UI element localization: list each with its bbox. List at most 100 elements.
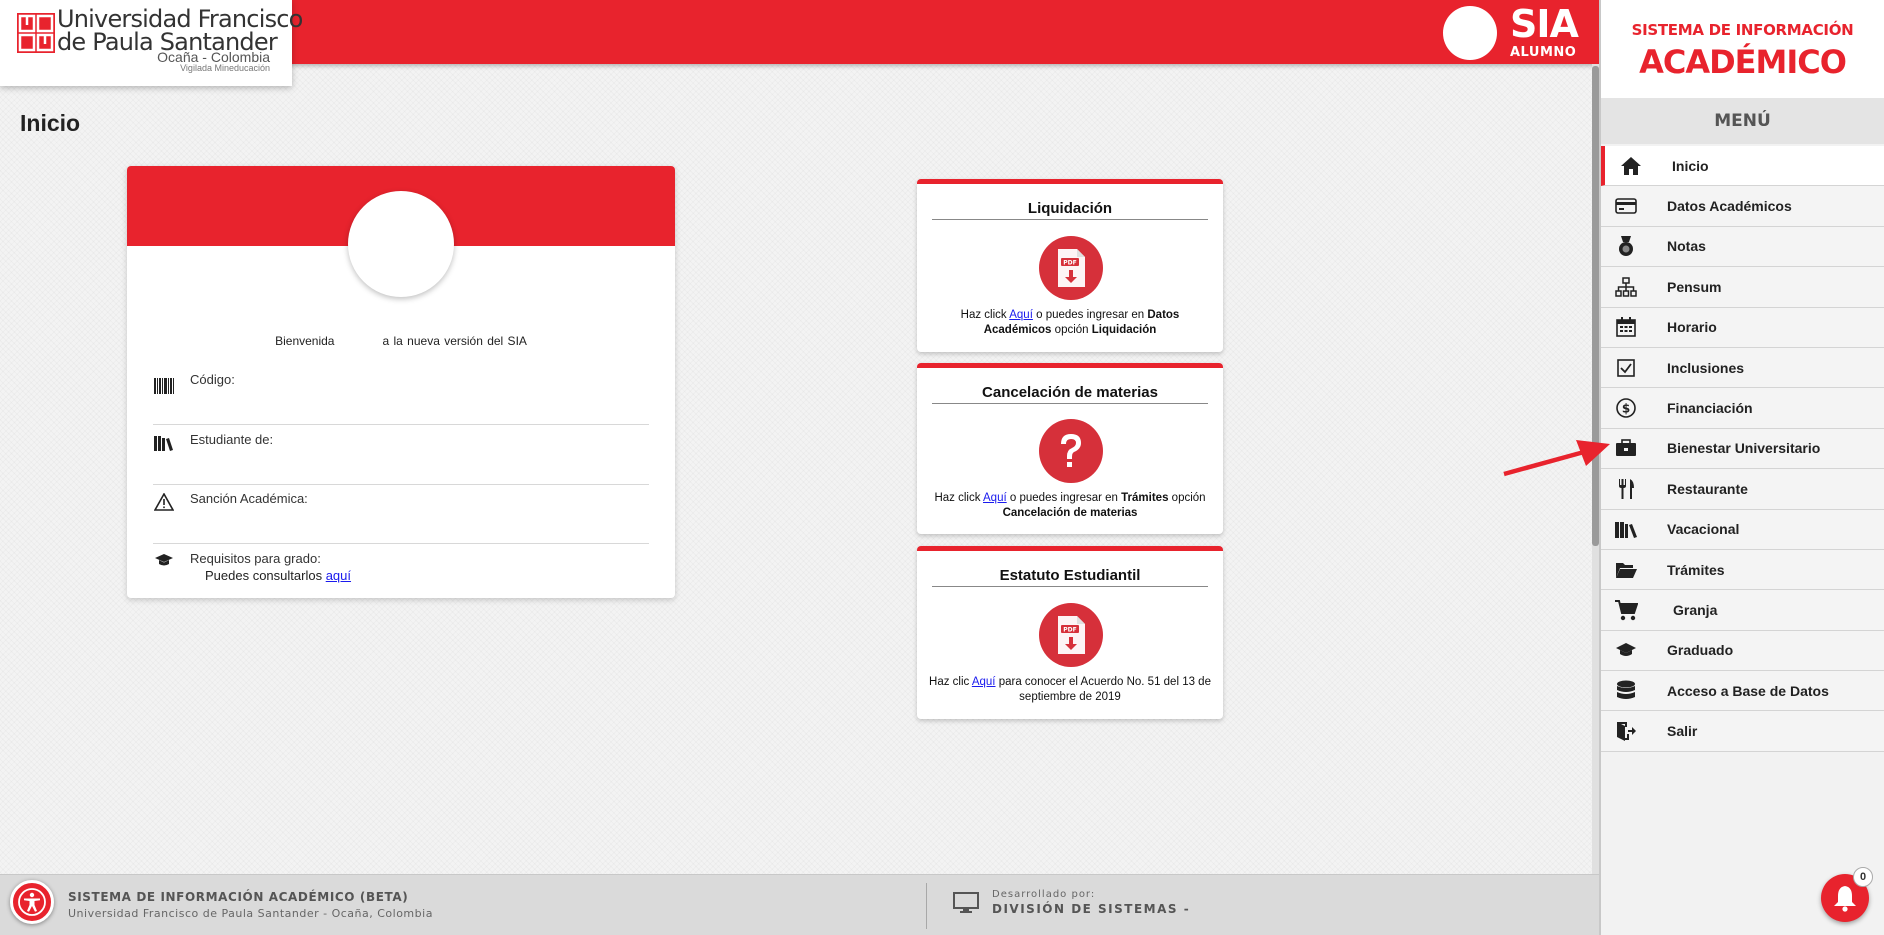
info-row-codigo: Código: xyxy=(153,372,649,425)
card-liquidacion: Liquidación PDF Haz click Aquí o puedes … xyxy=(917,179,1223,352)
dollar-icon: $ xyxy=(1613,395,1639,421)
menu-item-inicio[interactable]: Inicio xyxy=(1601,146,1884,187)
side-menu: Inicio Datos Académicos Notas Pensum Hor… xyxy=(1601,146,1884,752)
card-estatuto-link[interactable]: Aquí xyxy=(972,676,996,688)
sitemap-icon xyxy=(1613,274,1639,300)
page-title: Inicio xyxy=(20,110,81,136)
card-liquidacion-title: Liquidación xyxy=(932,200,1208,220)
card-cancelacion-bold2: Cancelación de materias xyxy=(1002,507,1138,519)
requisitos-link[interactable]: aquí xyxy=(326,568,351,583)
books-icon xyxy=(1613,516,1639,542)
logout-icon xyxy=(1613,718,1639,744)
card-liquidacion-text-pre: Haz click xyxy=(960,309,1007,321)
calendar-icon xyxy=(1613,314,1639,340)
menu-item-datos-academicos[interactable]: Datos Académicos xyxy=(1601,186,1884,227)
sancion-label: Sanción Académica: xyxy=(190,491,308,506)
home-icon xyxy=(1618,153,1644,179)
checkbox-icon xyxy=(1613,355,1639,381)
menu-item-horario[interactable]: Horario xyxy=(1601,307,1884,348)
welcome-start: Bienvenida xyxy=(275,334,335,348)
system-title: ACADÉMICO xyxy=(1639,43,1847,81)
question-icon[interactable] xyxy=(1039,419,1103,483)
accessibility-icon xyxy=(18,888,46,916)
menu-label-inicio: Inicio xyxy=(1672,157,1709,174)
menu-item-granja[interactable]: Granja xyxy=(1601,590,1884,631)
info-row-sancion: Sanción Académica: xyxy=(153,491,649,544)
notification-count-badge: 0 xyxy=(1853,867,1873,887)
welcome-message: Bienvenida a la nueva versión del SIA xyxy=(127,334,675,348)
menu-label-acceso-base-datos: Acceso a Base de Datos xyxy=(1667,682,1829,699)
sia-app-name: SIA xyxy=(1510,2,1579,46)
side-panel-header: SISTEMA DE INFORMACIÓN ACADÉMICO xyxy=(1601,0,1884,98)
menu-label-salir: Salir xyxy=(1667,723,1698,740)
folder-icon xyxy=(1613,557,1639,583)
card-liquidacion-text-post: opción xyxy=(1054,324,1089,336)
briefcase-icon xyxy=(1613,435,1639,461)
footer-developer: DIVISIÓN DE SISTEMAS - xyxy=(992,902,1191,916)
card-cancelacion: Cancelación de materias Haz click Aquí o… xyxy=(917,363,1223,534)
medal-icon xyxy=(1613,233,1639,259)
codigo-label: Código: xyxy=(190,372,235,387)
pdf-download-icon[interactable]: PDF xyxy=(1039,236,1103,300)
menu-item-inclusiones[interactable]: Inclusiones xyxy=(1601,347,1884,389)
cart-icon xyxy=(1613,597,1639,623)
monitor-icon xyxy=(953,892,979,913)
card-liquidacion-link[interactable]: Aquí xyxy=(1009,309,1033,321)
menu-item-tramites[interactable]: Trámites xyxy=(1601,549,1884,591)
footer-system-name: SISTEMA DE INFORMACIÓN ACADÉMICO (BETA) xyxy=(68,890,409,904)
card-icon xyxy=(1613,193,1639,219)
books-icon xyxy=(153,432,175,454)
menu-label-notas: Notas xyxy=(1667,238,1706,255)
card-liquidacion-text-mid: o puedes ingresar en xyxy=(1036,309,1145,321)
graduation-cap-icon xyxy=(153,549,175,571)
menu-item-graduado[interactable]: Graduado xyxy=(1601,630,1884,672)
menu-label-tramites: Trámites xyxy=(1667,561,1725,578)
menu-label-vacacional: Vacacional xyxy=(1667,521,1740,538)
menu-label-graduado: Graduado xyxy=(1667,642,1734,659)
requisitos-label: Requisitos para grado: xyxy=(190,551,321,566)
card-cancelacion-text-post: opción xyxy=(1171,492,1206,504)
svg-text:PDF: PDF xyxy=(1063,260,1076,267)
card-liquidacion-bold2: Liquidación xyxy=(1091,324,1157,336)
pdf-download-icon[interactable]: PDF xyxy=(1039,603,1103,667)
bell-icon xyxy=(1834,886,1856,912)
annotation-arrow-icon xyxy=(1503,440,1610,477)
menu-item-acceso-base-datos[interactable]: Acceso a Base de Datos xyxy=(1601,671,1884,712)
svg-text:PDF: PDF xyxy=(1063,627,1076,634)
menu-item-financiacion[interactable]: $ Financiación xyxy=(1601,388,1884,429)
info-row-estudiante: Estudiante de: xyxy=(153,432,649,485)
menu-label-datos-academicos: Datos Académicos xyxy=(1667,198,1792,215)
barcode-icon xyxy=(153,375,175,397)
menu-item-salir[interactable]: Salir xyxy=(1601,711,1884,752)
menu-label-bienestar-universitario: Bienestar Universitario xyxy=(1667,440,1821,457)
menu-item-vacacional[interactable]: Vacacional xyxy=(1601,509,1884,550)
requisitos-text: Puedes consultarlos xyxy=(205,568,323,583)
menu-label-financiacion: Financiación xyxy=(1667,400,1753,417)
warning-icon xyxy=(153,491,175,513)
svg-text:$: $ xyxy=(1622,402,1630,416)
profile-card: Bienvenida a la nueva versión del SIA Cód… xyxy=(127,166,675,598)
side-panel: SISTEMA DE INFORMACIÓN ACADÉMICO MENÚ In… xyxy=(1599,0,1884,935)
welcome-end: a la nueva versión del SIA xyxy=(382,334,527,348)
accessibility-button[interactable] xyxy=(10,880,54,924)
info-row-requisitos: Requisitos para grado: Puedes consultarl… xyxy=(153,551,649,591)
card-estatuto: Estatuto Estudiantil PDF Haz clic Aquí p… xyxy=(917,546,1223,719)
menu-item-restaurante[interactable]: Restaurante xyxy=(1601,469,1884,510)
menu-item-pensum[interactable]: Pensum xyxy=(1601,267,1884,308)
card-estatuto-title: Estatuto Estudiantil xyxy=(932,567,1208,587)
card-cancelacion-text-mid: o puedes ingresar en xyxy=(1009,492,1118,504)
card-cancelacion-link[interactable]: Aquí xyxy=(983,492,1007,504)
utensils-icon xyxy=(1613,476,1639,502)
sia-app-sub: ALUMNO xyxy=(1510,45,1577,60)
menu-label-horario: Horario xyxy=(1667,319,1717,336)
card-estatuto-text-mid: para conocer el Acuerdo No. 51 del 13 de… xyxy=(998,676,1211,703)
footer-university-line: Universidad Francisco de Paula Santander… xyxy=(68,907,433,920)
menu-item-bienestar-universitario[interactable]: Bienestar Universitario xyxy=(1601,428,1884,470)
footer-divider xyxy=(926,883,927,929)
database-icon xyxy=(1613,678,1639,704)
avatar xyxy=(348,191,454,297)
university-logo[interactable]: Universidad Francisco de Paula Santander… xyxy=(0,0,303,86)
footer-developed-by-label: Desarrollado por: xyxy=(992,889,1096,900)
menu-item-notas[interactable]: Notas xyxy=(1601,226,1884,268)
card-cancelacion-title: Cancelación de materias xyxy=(932,384,1208,404)
